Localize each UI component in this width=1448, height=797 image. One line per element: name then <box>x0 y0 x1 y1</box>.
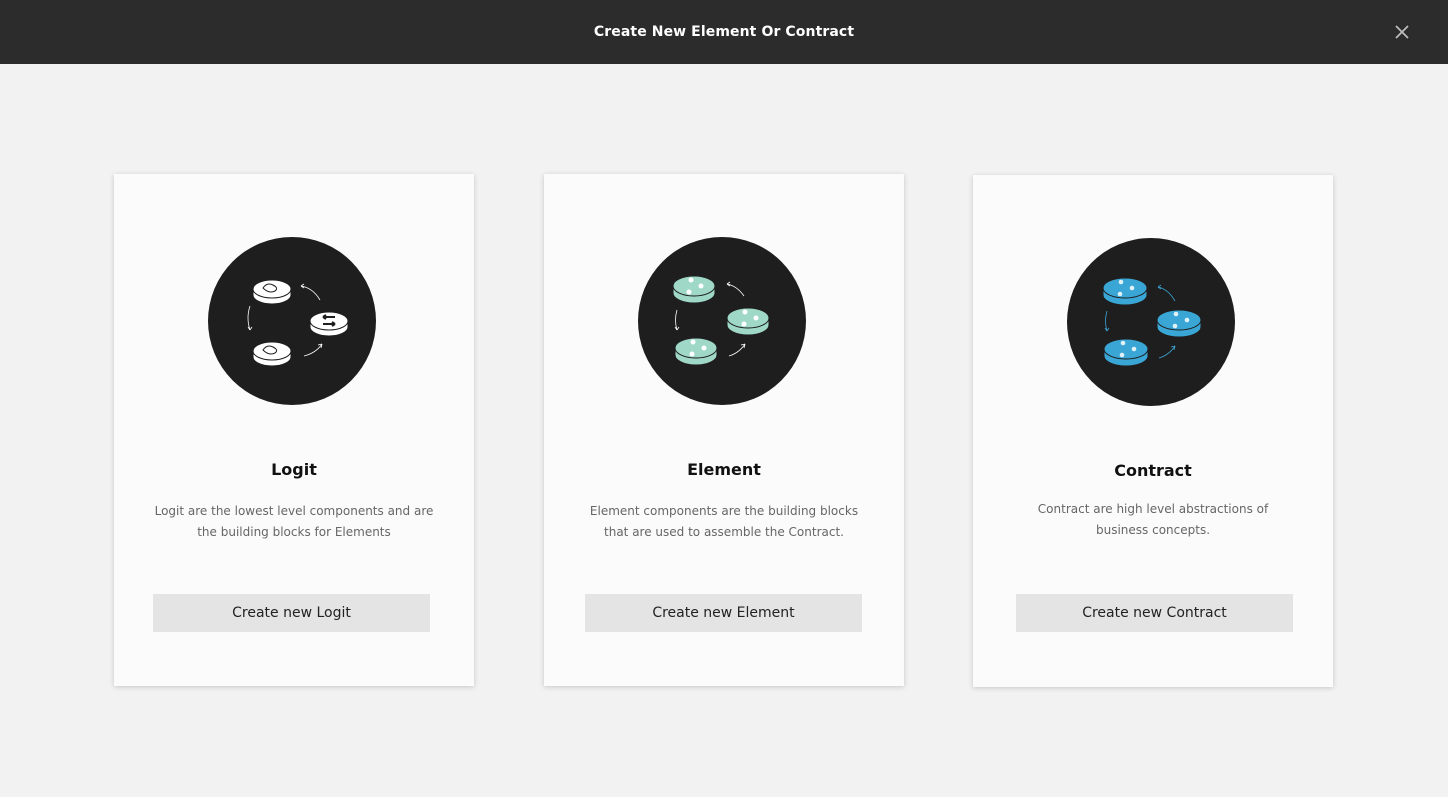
element-illustration-icon <box>638 237 806 405</box>
card-title: Contract <box>1114 461 1192 480</box>
modal-title: Create New Element Or Contract <box>593 24 855 40</box>
modal-header: Create New Element Or Contract <box>0 0 1448 64</box>
create-contract-button[interactable]: Create new Contract <box>1016 594 1293 632</box>
logit-card: Logit Logit are the lowest level compone… <box>114 174 474 686</box>
card-description: Logit are the lowest level components an… <box>154 504 434 539</box>
element-card: Element Element components are the build… <box>544 174 904 686</box>
create-logit-button[interactable]: Create new Logit <box>153 594 430 632</box>
close-icon <box>1395 25 1409 39</box>
card-description: Element components are the building bloc… <box>589 504 859 539</box>
contract-card: Contract Contract are high level abstrac… <box>973 175 1333 687</box>
close-button[interactable] <box>1392 22 1412 42</box>
logit-illustration-icon <box>208 237 376 405</box>
card-title: Logit <box>271 460 317 479</box>
card-title: Element <box>687 460 761 479</box>
create-element-button[interactable]: Create new Element <box>585 594 862 632</box>
contract-illustration-icon <box>1067 238 1235 406</box>
card-description: Contract are high level abstractions of … <box>1037 502 1269 537</box>
